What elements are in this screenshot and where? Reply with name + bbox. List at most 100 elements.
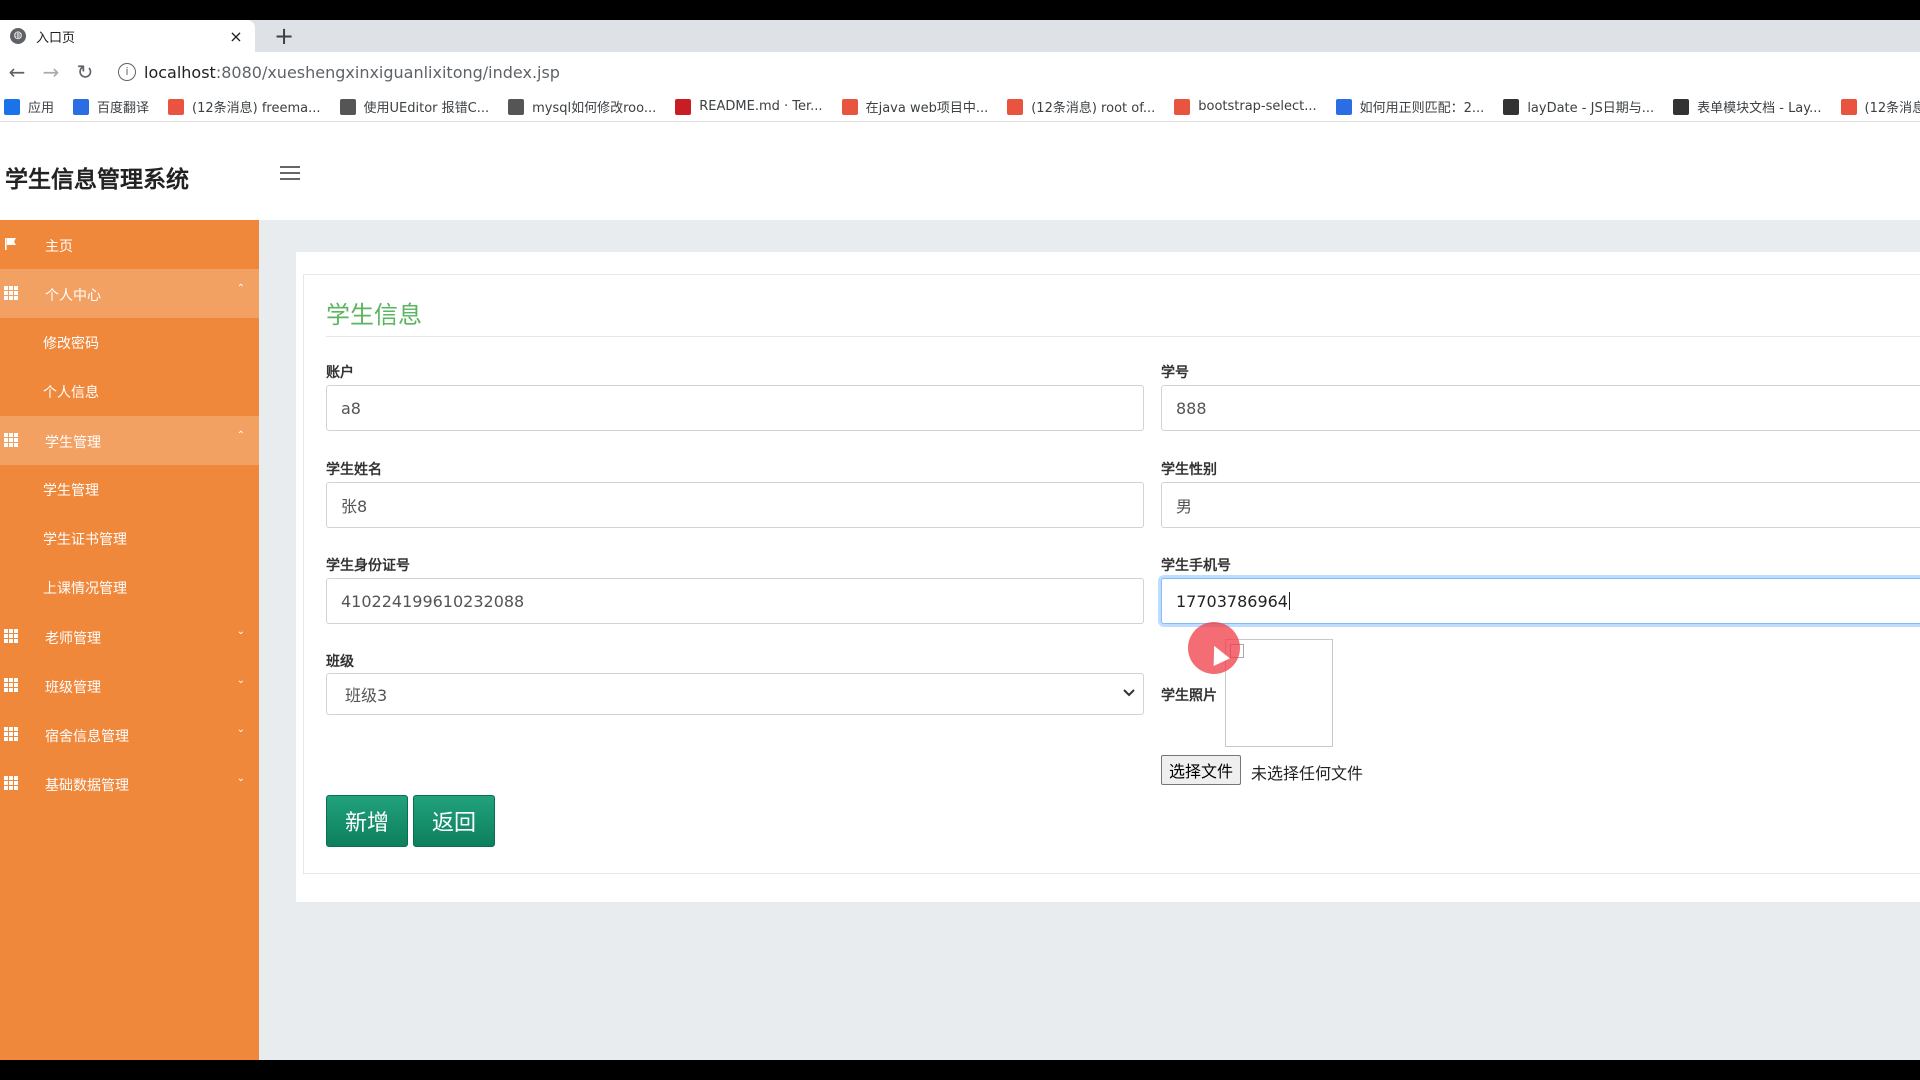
grid-icon (4, 727, 18, 741)
divider (326, 336, 1920, 337)
sidebar-item-student-mgmt-sub[interactable]: 学生管理 (0, 465, 259, 514)
bookmark-label: bootstrap-select... (1198, 99, 1317, 114)
photo-preview (1225, 639, 1333, 747)
phone-value: 17703786964 (1176, 591, 1288, 611)
account-input[interactable]: a8 (326, 385, 1144, 431)
brand-title: 学生信息管理系统 (5, 167, 189, 193)
new-tab-button[interactable]: + (270, 22, 298, 50)
bookmark-label: (12条消息) freema... (192, 101, 321, 116)
sidebar-item-student-mgmt[interactable]: 学生管理 ⌃ (0, 416, 259, 465)
app: 学生信息管理系统 主页 个人中心 ⌃ 修改密码 个人信息 学生管理 ⌃ 学生管理… (0, 122, 1920, 1060)
sidebar-label: 老师管理 (45, 631, 101, 647)
text-caret (1288, 592, 1290, 610)
chevron-down-icon: ⌄ (236, 773, 245, 784)
cnblogs-icon (1174, 98, 1191, 115)
grid-icon (4, 286, 18, 300)
id-card-value: 410224199610232088 (341, 591, 525, 611)
sidebar-item-class-mgmt[interactable]: 班级管理 ⌄ (0, 661, 259, 710)
sidebar-label: 主页 (45, 239, 73, 255)
file-status: 未选择任何文件 (1251, 764, 1364, 783)
student-no-label: 学号 (1161, 365, 1189, 381)
gender-label: 学生性别 (1161, 462, 1217, 478)
sidebar-item-personal-center[interactable]: 个人中心 ⌃ (0, 269, 259, 318)
bookmark-item[interactable]: 使用UEditor 报错C... (339, 97, 490, 116)
ueditor-icon (339, 98, 356, 115)
tab-close-icon[interactable]: × (227, 27, 245, 46)
bookmark-label: 百度翻译 (97, 101, 150, 116)
screen: ◍ 入口页 × + ← → ↻ i localhost:8080/xueshen… (0, 0, 1920, 1080)
bookmark-item[interactable]: bootstrap-select... (1174, 98, 1317, 115)
bookmark-label: 如何用正则匹配：2... (1359, 101, 1485, 116)
bookmark-item[interactable]: 百度翻译 (73, 97, 149, 116)
class-value: 班级3 (345, 686, 388, 705)
add-button[interactable]: 新增 (326, 795, 408, 847)
reload-icon[interactable]: ↻ (68, 60, 102, 84)
mysql-icon (508, 98, 525, 115)
chevron-up-icon: ⌃ (236, 283, 245, 294)
tab-title: 入口页 (36, 30, 76, 46)
chevron-up-icon: ⌃ (236, 430, 245, 441)
grid-icon (4, 629, 18, 643)
bookmark-item[interactable]: README.md · Ter... (675, 98, 823, 115)
phone-input[interactable]: 17703786964 (1161, 578, 1920, 624)
browser-tab[interactable]: ◍ 入口页 × (0, 20, 255, 52)
bookmark-item[interactable]: layDate - JS日期与... (1503, 97, 1654, 116)
name-value: 张8 (341, 497, 368, 516)
sidebar-label: 班级管理 (45, 680, 101, 696)
id-card-input[interactable]: 410224199610232088 (326, 578, 1144, 624)
student-no-input[interactable]: 888 (1161, 385, 1920, 431)
flag-icon (4, 237, 18, 251)
sidebar-item-base-data-mgmt[interactable]: 基础数据管理 ⌄ (0, 759, 259, 808)
sidebar-item-dorm-mgmt[interactable]: 宿舍信息管理 ⌄ (0, 710, 259, 759)
back-button[interactable]: 返回 (413, 795, 495, 847)
address-bar[interactable]: i localhost:8080/xueshengxinxiguanlixito… (112, 57, 1920, 87)
bookmark-item[interactable]: (12条消息) freema... (168, 97, 321, 116)
sidebar-item-attendance-mgmt[interactable]: 上课情况管理 (0, 563, 259, 612)
choose-file-button[interactable]: 选择文件 (1161, 755, 1242, 785)
name-input[interactable]: 张8 (326, 482, 1144, 528)
sidebar-label: 个人中心 (45, 288, 101, 304)
bottom-bar (0, 1060, 1920, 1080)
id-card-label: 学生身份证号 (326, 558, 410, 574)
sidebar-item-home[interactable]: 主页 (0, 220, 259, 269)
name-label: 学生姓名 (326, 462, 382, 478)
bookmark-item[interactable]: 表单模块文档 - Lay... (1673, 97, 1822, 116)
bookmark-label: (12条消息) root of... (1031, 101, 1156, 116)
bookmark-item[interactable]: mysql如何修改roo... (508, 97, 656, 116)
sidebar-item-change-password[interactable]: 修改密码 (0, 318, 259, 367)
back-arrow-icon[interactable]: ← (0, 60, 34, 84)
bookmarks-bar: 应用 百度翻译 (12条消息) freema... 使用UEditor 报错C... m… (0, 92, 1920, 122)
bookmark-label: layDate - JS日期与... (1527, 101, 1655, 116)
sidebar: 主页 个人中心 ⌃ 修改密码 个人信息 学生管理 ⌃ 学生管理 学生证书管理 上… (0, 220, 259, 1060)
info-icon[interactable]: i (118, 63, 136, 81)
bookmark-item[interactable]: 应用 (4, 97, 54, 116)
bookmark-item[interactable]: 在java web项目中... (841, 97, 988, 116)
sidebar-item-teacher-mgmt[interactable]: 老师管理 ⌄ (0, 612, 259, 661)
hamburger-menu-icon[interactable] (280, 166, 300, 182)
gitee-icon (675, 98, 692, 115)
baidu-paw-icon (1335, 98, 1352, 115)
browser-toolbar: ← → ↻ i localhost:8080/xueshengxinxiguan… (0, 52, 1920, 92)
csdn-icon (841, 98, 858, 115)
bookmark-item[interactable]: (12条消息 (1840, 97, 1920, 116)
bookmark-label: 表单模块文档 - Lay... (1697, 101, 1822, 116)
bookmark-label: 应用 (28, 101, 55, 116)
main-content: 学生信息 账户 a8 学号 888 学生姓名 张8 学生性别 男 学生身份证号 … (259, 220, 1920, 1060)
forward-arrow-icon[interactable]: → (34, 60, 68, 84)
sidebar-item-personal-info[interactable]: 个人信息 (0, 367, 259, 416)
account-label: 账户 (326, 365, 354, 381)
bookmark-label: 使用UEditor 报错C... (363, 101, 490, 116)
sidebar-label: 宿舍信息管理 (45, 729, 129, 745)
csdn-icon (1007, 98, 1024, 115)
photo-label: 学生照片 (1161, 688, 1217, 704)
chevron-down-icon: ⌄ (236, 626, 245, 637)
bookmark-item[interactable]: 如何用正则匹配：2... (1335, 97, 1485, 116)
account-value: a8 (341, 398, 361, 418)
phone-label: 学生手机号 (1161, 558, 1231, 574)
layui-icon (1673, 98, 1690, 115)
student-no-value: 888 (1176, 398, 1207, 418)
gender-input[interactable]: 男 (1161, 482, 1920, 528)
sidebar-item-certificate-mgmt[interactable]: 学生证书管理 (0, 514, 259, 563)
class-select[interactable]: 班级3 (326, 673, 1144, 715)
bookmark-item[interactable]: (12条消息) root of... (1007, 97, 1155, 116)
